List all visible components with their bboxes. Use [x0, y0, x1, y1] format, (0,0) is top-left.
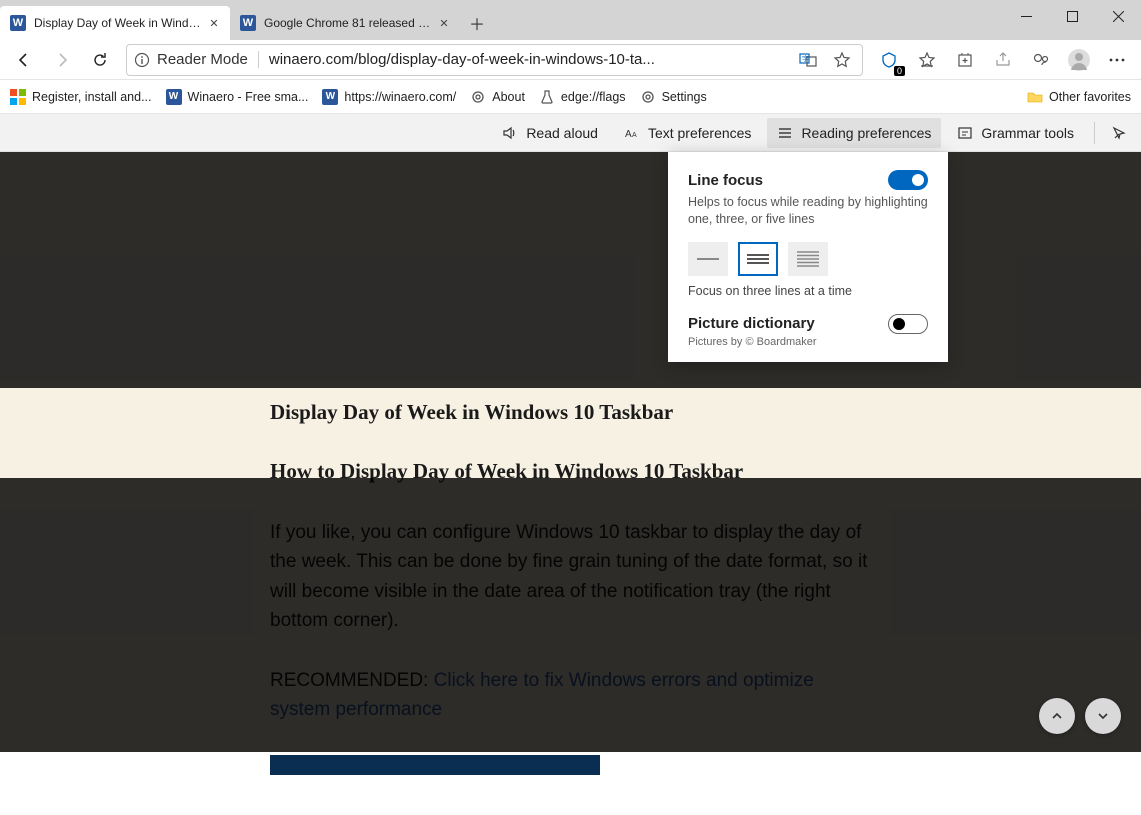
address-bar[interactable]: Reader Mode winaero.com/blog/display-day… [126, 44, 863, 76]
back-button[interactable] [6, 42, 42, 78]
tabs: W Display Day of Week in Windows ✕ W Goo… [0, 0, 460, 40]
navbar: Reader Mode winaero.com/blog/display-day… [0, 40, 1141, 80]
separator [1094, 122, 1095, 144]
tab-label: Google Chrome 81 released with [264, 16, 432, 30]
bookmark-item[interactable]: Whttps://winaero.com/ [322, 89, 456, 105]
favorites-icon[interactable] [909, 42, 945, 78]
grammar-tools-button[interactable]: Grammar tools [947, 118, 1084, 148]
feedback-icon[interactable] [1023, 42, 1059, 78]
tab-close-icon[interactable]: ✕ [436, 15, 452, 31]
bookmarks-bar: Register, install and... WWinaero - Free… [0, 80, 1141, 114]
line-focus-description: Helps to focus while reading by highligh… [688, 194, 928, 228]
reading-preferences-button[interactable]: Reading preferences [767, 118, 941, 148]
menu-button[interactable] [1099, 42, 1135, 78]
profile-avatar[interactable] [1061, 42, 1097, 78]
flask-icon [539, 89, 555, 105]
tab-inactive[interactable]: W Google Chrome 81 released with ✕ [230, 6, 460, 40]
site-info-icon[interactable] [133, 51, 151, 69]
tab-active[interactable]: W Display Day of Week in Windows ✕ [0, 6, 230, 40]
close-button[interactable] [1095, 0, 1141, 32]
favicon-icon: W [10, 15, 26, 31]
bookmark-item[interactable]: About [470, 89, 525, 105]
focus-five-lines[interactable] [788, 242, 828, 276]
collections-icon[interactable] [947, 42, 983, 78]
line-focus-dim-top [0, 152, 1141, 388]
focus-down-button[interactable] [1085, 698, 1121, 734]
titlebar: W Display Day of Week in Windows ✕ W Goo… [0, 0, 1141, 40]
translate-icon[interactable]: 字 [794, 46, 822, 74]
article-title: Display Day of Week in Windows 10 Taskba… [270, 400, 871, 425]
url-text: winaero.com/blog/display-day-of-week-in-… [269, 51, 788, 68]
gear-icon [640, 89, 656, 105]
reader-toolbar: Read aloud AA Text preferences Reading p… [0, 114, 1141, 152]
svg-text:字: 字 [802, 54, 809, 63]
read-aloud-button[interactable]: Read aloud [492, 118, 608, 148]
line-focus-options [688, 242, 928, 276]
share-icon[interactable] [985, 42, 1021, 78]
line-focus-toggle[interactable] [888, 170, 928, 190]
new-tab-button[interactable]: ＋ [460, 6, 494, 40]
w-icon: W [322, 89, 338, 105]
focus-caption: Focus on three lines at a time [688, 284, 928, 298]
folder-icon [1027, 89, 1043, 105]
other-favorites[interactable]: Other favorites [1027, 89, 1131, 105]
svg-text:A: A [632, 132, 637, 139]
focus-up-button[interactable] [1039, 698, 1075, 734]
picture-dictionary-toggle[interactable] [888, 314, 928, 334]
bookmark-item[interactable]: WWinaero - Free sma... [166, 89, 309, 105]
text-preferences-button[interactable]: AA Text preferences [614, 118, 762, 148]
pin-button[interactable] [1105, 118, 1133, 148]
bookmark-item[interactable]: Register, install and... [10, 89, 152, 105]
favicon-icon: W [240, 15, 256, 31]
line-focus-title: Line focus [688, 172, 763, 189]
refresh-button[interactable] [82, 42, 118, 78]
line-focus-nav [1039, 698, 1121, 734]
window-controls [1003, 0, 1141, 32]
reader-content: Display Day of Week in Windows 10 Taskba… [0, 152, 1141, 752]
reader-mode-label: Reader Mode [157, 51, 259, 68]
picture-dictionary-title: Picture dictionary [688, 315, 815, 332]
forward-button[interactable] [44, 42, 80, 78]
bookmark-item[interactable]: Settings [640, 89, 707, 105]
bookmark-item[interactable]: edge://flags [539, 89, 626, 105]
minimize-button[interactable] [1003, 0, 1049, 32]
w-icon: W [166, 89, 182, 105]
article-image-placeholder [270, 755, 600, 775]
tab-label: Display Day of Week in Windows [34, 16, 202, 30]
ms-icon [10, 89, 26, 105]
badge-count: 0 [894, 66, 905, 76]
tab-close-icon[interactable]: ✕ [206, 15, 222, 31]
line-focus-dim-bottom [0, 478, 1141, 752]
svg-text:A: A [625, 129, 632, 140]
focus-three-lines[interactable] [738, 242, 778, 276]
favorite-star-icon[interactable] [828, 46, 856, 74]
maximize-button[interactable] [1049, 0, 1095, 32]
extension-badge[interactable]: 0 [871, 42, 907, 78]
focus-one-line[interactable] [688, 242, 728, 276]
gear-icon [470, 89, 486, 105]
reading-preferences-popup: Line focus Helps to focus while reading … [668, 152, 948, 362]
picture-dictionary-sub: Pictures by © Boardmaker [688, 336, 928, 348]
